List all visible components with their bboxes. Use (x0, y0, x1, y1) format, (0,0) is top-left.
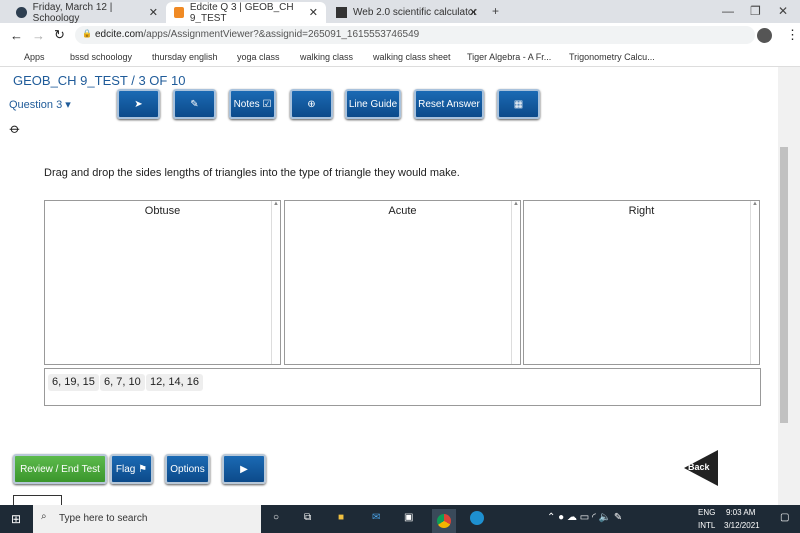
taskbar-search[interactable]: ⌕ Type here to search (33, 505, 261, 533)
tab-schoology[interactable]: Friday, March 12 | Schoology ✕ (8, 2, 166, 24)
scrollbar[interactable]: ▲ (511, 201, 520, 364)
restore-button[interactable]: ❐ (750, 4, 761, 18)
back-arrow-icon[interactable]: ← (10, 28, 23, 43)
cortana-icon[interactable]: ○ (273, 512, 279, 523)
minimize-button[interactable]: — (722, 4, 734, 18)
bookmark[interactable]: walking class (300, 52, 353, 62)
tab-calculator[interactable]: Web 2.0 scientific calculator ✕ (328, 2, 486, 23)
taskbar: ⊞ ⌕ Type here to search ○ ⧉ ■ ✉ ▣ ⌃ ● ☁ ▭… (0, 505, 800, 533)
bookmark[interactable]: Tiger Algebra - A Fr... (467, 52, 551, 62)
line-guide-button[interactable]: Line Guide (345, 89, 401, 119)
draggable-choice[interactable]: 6, 19, 15 (48, 374, 99, 391)
back-button[interactable]: Back (684, 450, 718, 486)
answer-choices-pool: 6, 19, 15 6, 7, 10 12, 14, 16 (44, 368, 761, 406)
task-view-icon[interactable]: ⧉ (304, 512, 311, 523)
draggable-choice[interactable]: 12, 14, 16 (146, 374, 203, 391)
edcite-icon (174, 7, 184, 18)
file-explorer-icon[interactable]: ■ (338, 512, 344, 523)
pencil-button[interactable]: ✎ (173, 89, 216, 119)
draggable-choice[interactable]: 6, 7, 10 (100, 374, 145, 391)
drop-zone-right[interactable]: Right ▲ (523, 200, 760, 365)
question-select[interactable]: Question 3 ▾ (9, 98, 71, 111)
forward-arrow-icon[interactable]: → (32, 28, 45, 43)
bookmark[interactable]: Trigonometry Calcu... (569, 52, 655, 62)
clock-time[interactable]: 9:03 AM (726, 508, 755, 517)
question-prompt: Drag and drop the sides lengths of trian… (44, 167, 460, 179)
page-title: GEOB_CH 9_TEST / 3 OF 10 (13, 73, 186, 88)
bookmark[interactable]: thursday english (152, 52, 218, 62)
chrome-icon[interactable] (432, 509, 456, 533)
scrollbar[interactable]: ▲ (750, 201, 759, 364)
bookmark[interactable]: bssd schoology (70, 52, 132, 62)
review-end-test-button[interactable]: Review / End Test (13, 454, 107, 484)
options-button[interactable]: Options (165, 454, 210, 484)
close-tab-icon[interactable]: ✕ (469, 6, 478, 19)
bookmark[interactable]: yoga class (237, 52, 280, 62)
bookmarks-bar: Apps bssd schoology thursday english yog… (0, 47, 800, 67)
tray-icons[interactable]: ⌃ ● ☁ ▭ ◜ 🔈 ✎ (547, 512, 622, 523)
pointer-button[interactable]: ➤ (117, 89, 160, 119)
calculator-button[interactable]: ▦ (497, 89, 540, 119)
url-field[interactable]: 🔒 edcite.com/apps/AssignmentViewer?&assig… (75, 26, 755, 44)
new-tab-button[interactable]: + (492, 4, 499, 18)
windows-start-icon[interactable]: ⊞ (11, 512, 21, 526)
schoology-icon (16, 7, 27, 18)
drop-zone-obtuse[interactable]: Obtuse ▲ (44, 200, 281, 365)
calculator-site-icon (336, 7, 347, 18)
notifications-icon[interactable]: ▢ (780, 512, 789, 523)
scrollbar-thumb[interactable] (780, 147, 788, 423)
lock-icon: 🔒 (82, 29, 92, 38)
store-icon[interactable]: ▣ (404, 512, 413, 523)
menu-icon[interactable]: ⋮ (786, 27, 799, 43)
close-tab-icon[interactable]: ✕ (149, 6, 158, 19)
edge-icon[interactable] (470, 511, 484, 525)
tab-bar: Friday, March 12 | Schoology ✕ Edcite Q 3… (0, 0, 800, 24)
zoom-button[interactable]: ⊕ (290, 89, 333, 119)
bookmark[interactable]: walking class sheet (373, 52, 451, 62)
mail-icon[interactable]: ✉ (372, 512, 380, 523)
drop-zone-acute[interactable]: Acute ▲ (284, 200, 521, 365)
paperclip-icon[interactable]: ⌀ (6, 120, 24, 138)
next-button[interactable]: ▶ (222, 454, 266, 484)
search-icon: ⌕ (41, 511, 47, 522)
reset-answer-button[interactable]: Reset Answer (414, 89, 484, 119)
flag-button[interactable]: Flag ⚑ (110, 454, 153, 484)
clock-date[interactable]: 3/12/2021 (724, 521, 760, 530)
scrollbar[interactable]: ▲ (271, 201, 280, 364)
close-window-button[interactable]: ✕ (778, 4, 788, 18)
bookmark[interactable]: Apps (24, 52, 45, 62)
reload-icon[interactable]: ↻ (54, 27, 65, 43)
tab-edcite[interactable]: Edcite Q 3 | GEOB_CH 9_TEST ✕ (166, 2, 326, 24)
close-tab-icon[interactable]: ✕ (309, 6, 318, 19)
notes-button[interactable]: Notes ☑ (229, 89, 276, 119)
profile-icon[interactable] (757, 27, 772, 43)
